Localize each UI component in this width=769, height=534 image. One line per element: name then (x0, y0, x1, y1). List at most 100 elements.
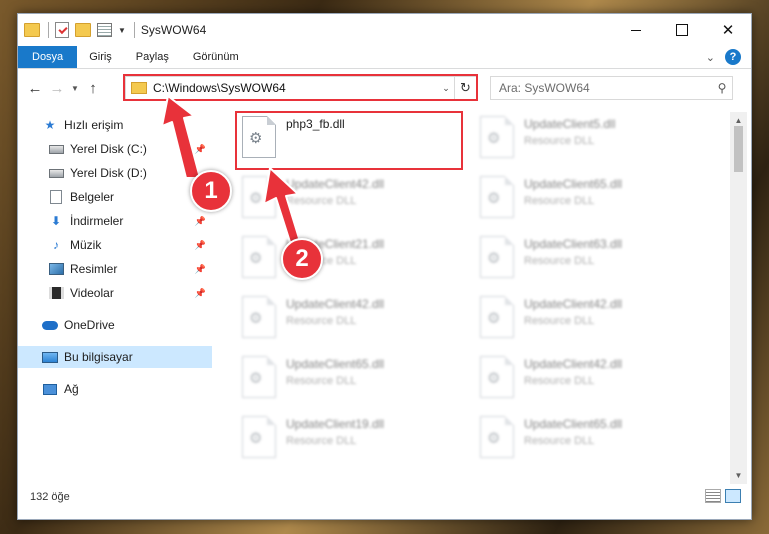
sidebar-item-label: Müzik (70, 238, 102, 252)
file-type: Resource DLL (286, 315, 357, 327)
pin-icon[interactable]: 📌 (195, 144, 206, 155)
file-name: UpdateClient63.dll (524, 237, 623, 251)
sidebar-item-label: Bu bilgisayar (64, 350, 133, 364)
file-type: Resource DLL (286, 375, 357, 387)
drive-icon (48, 144, 64, 154)
sidebar-item-local-disk-c[interactable]: Yerel Disk (C:) 📌 (18, 138, 212, 160)
dll-file-icon: ⚙ (480, 416, 514, 458)
file-tile[interactable]: ⚙ UpdateClient5.dll Resource DLL (476, 114, 704, 172)
view-switcher (705, 489, 741, 503)
chevron-down-icon[interactable]: ▼ (118, 26, 126, 35)
search-input[interactable] (499, 81, 712, 95)
sidebar-item-label: İndirmeler (70, 214, 124, 228)
ribbon-tabs: Dosya Giriş Paylaş Görünüm ⌄ ? (18, 46, 751, 69)
minimize-button[interactable] (613, 14, 659, 46)
file-tile[interactable]: ⚙ UpdateClient19.dll Resource DLL (238, 414, 466, 472)
sidebar-item-this-pc[interactable]: Bu bilgisayar (18, 346, 212, 368)
maximize-button[interactable] (659, 14, 705, 46)
details-view-icon[interactable] (705, 489, 721, 503)
sidebar-item-documents[interactable]: Belgeler (18, 186, 212, 208)
file-name: UpdateClient65.dll (524, 417, 623, 431)
close-button[interactable]: ✕ (705, 14, 751, 46)
tiles-view-icon[interactable] (725, 489, 741, 503)
up-button[interactable]: ↑ (82, 77, 104, 99)
address-bar-highlight (123, 74, 478, 101)
expand-ribbon-icon[interactable]: ⌄ (706, 51, 715, 64)
file-tile[interactable]: ⚙ UpdateClient42.dll Resource DLL (476, 354, 704, 412)
vertical-scrollbar[interactable]: ▲ ▼ (730, 112, 747, 484)
dll-file-icon: ⚙ (480, 236, 514, 278)
file-name: UpdateClient5.dll (524, 117, 616, 131)
folder-icon (24, 23, 40, 37)
sidebar-item-local-disk-d[interactable]: Yerel Disk (D:) (18, 162, 212, 184)
status-bar: 132 öğe (18, 486, 751, 508)
tab-view[interactable]: Görünüm (181, 46, 251, 68)
file-tile[interactable]: ⚙ UpdateClient42.dll Resource DLL (238, 174, 466, 232)
file-name: UpdateClient42.dll (524, 297, 623, 311)
sidebar-item-network[interactable]: Ağ (18, 378, 212, 400)
step-badge-2: 2 (281, 238, 323, 280)
pin-icon[interactable]: 📌 (195, 240, 206, 251)
music-icon: ♪ (53, 238, 59, 252)
file-highlight (235, 111, 463, 170)
sidebar-item-videos[interactable]: Videolar 📌 (18, 282, 212, 304)
tab-file[interactable]: Dosya (18, 46, 78, 68)
sidebar-item-label: Belgeler (70, 190, 115, 204)
file-type: Resource DLL (286, 435, 357, 447)
sidebar-item-label: Videolar (70, 286, 114, 300)
file-name: UpdateClient42.dll (286, 297, 385, 311)
pin-icon[interactable]: 📌 (195, 216, 206, 227)
new-folder-icon[interactable] (75, 23, 91, 37)
download-icon: ⬇ (50, 214, 62, 228)
recent-locations-button[interactable]: ▼ (68, 77, 82, 99)
search-box[interactable]: ⚲ (490, 76, 733, 100)
file-tile[interactable]: ⚙ UpdateClient63.dll Resource DLL (476, 234, 704, 292)
file-name: UpdateClient65.dll (286, 357, 385, 371)
sidebar-item-quick-access[interactable]: ★ Hızlı erişim (18, 114, 212, 136)
pin-icon[interactable]: 📌 (195, 264, 206, 275)
tab-home[interactable]: Giriş (77, 46, 124, 68)
customize-icon[interactable] (97, 23, 112, 37)
video-icon (48, 287, 64, 299)
sidebar-item-music[interactable]: ♪ Müzik 📌 (18, 234, 212, 256)
document-icon (50, 190, 62, 204)
dll-file-icon: ⚙ (242, 416, 276, 458)
pin-icon[interactable]: 📌 (195, 288, 206, 299)
back-button[interactable]: ← (24, 77, 46, 99)
file-type: Resource DLL (286, 195, 357, 207)
file-name: UpdateClient42.dll (286, 177, 385, 191)
file-name: UpdateClient65.dll (524, 177, 623, 191)
file-type: Resource DLL (524, 375, 595, 387)
file-tile[interactable]: ⚙ UpdateClient65.dll Resource DLL (476, 174, 704, 232)
toolbar-divider (133, 22, 135, 38)
forward-button[interactable]: → (46, 77, 68, 99)
drive-icon (48, 168, 64, 178)
sidebar-item-pictures[interactable]: Resimler 📌 (18, 258, 212, 280)
sidebar-item-label: Yerel Disk (C:) (70, 142, 147, 156)
sidebar-item-label: OneDrive (64, 318, 115, 332)
sidebar-item-downloads[interactable]: ⬇ İndirmeler 📌 (18, 210, 212, 232)
file-type: Resource DLL (524, 315, 595, 327)
navigation-pane: ★ Hızlı erişim Yerel Disk (C:) 📌 Yerel D… (18, 112, 212, 484)
file-tile[interactable]: ⚙ UpdateClient65.dll Resource DLL (238, 354, 466, 412)
tab-share[interactable]: Paylaş (124, 46, 181, 68)
item-count: 132 öğe (30, 491, 70, 503)
dll-file-icon: ⚙ (242, 176, 276, 218)
sidebar-item-label: Hızlı erişim (64, 118, 124, 132)
sidebar-item-onedrive[interactable]: OneDrive (18, 314, 212, 336)
file-name: UpdateClient42.dll (524, 357, 623, 371)
file-tile[interactable]: ⚙ UpdateClient42.dll Resource DLL (238, 294, 466, 352)
file-tile[interactable]: ⚙ UpdateClient65.dll Resource DLL (476, 414, 704, 472)
file-tile[interactable]: ⚙ UpdateClient42.dll Resource DLL (476, 294, 704, 352)
computer-icon (42, 351, 58, 363)
scroll-down-icon[interactable]: ▼ (730, 467, 747, 484)
toolbar-divider (48, 22, 49, 38)
step-badge-1: 1 (190, 170, 232, 212)
help-icon[interactable]: ? (725, 49, 741, 65)
search-icon[interactable]: ⚲ (712, 81, 732, 95)
properties-check-icon[interactable] (55, 22, 69, 38)
dll-file-icon: ⚙ (480, 296, 514, 338)
file-tile[interactable]: ⚙ UpdateClient21.dll Resource DLL (238, 234, 466, 292)
dll-file-icon: ⚙ (480, 176, 514, 218)
scroll-thumb[interactable] (734, 126, 743, 172)
